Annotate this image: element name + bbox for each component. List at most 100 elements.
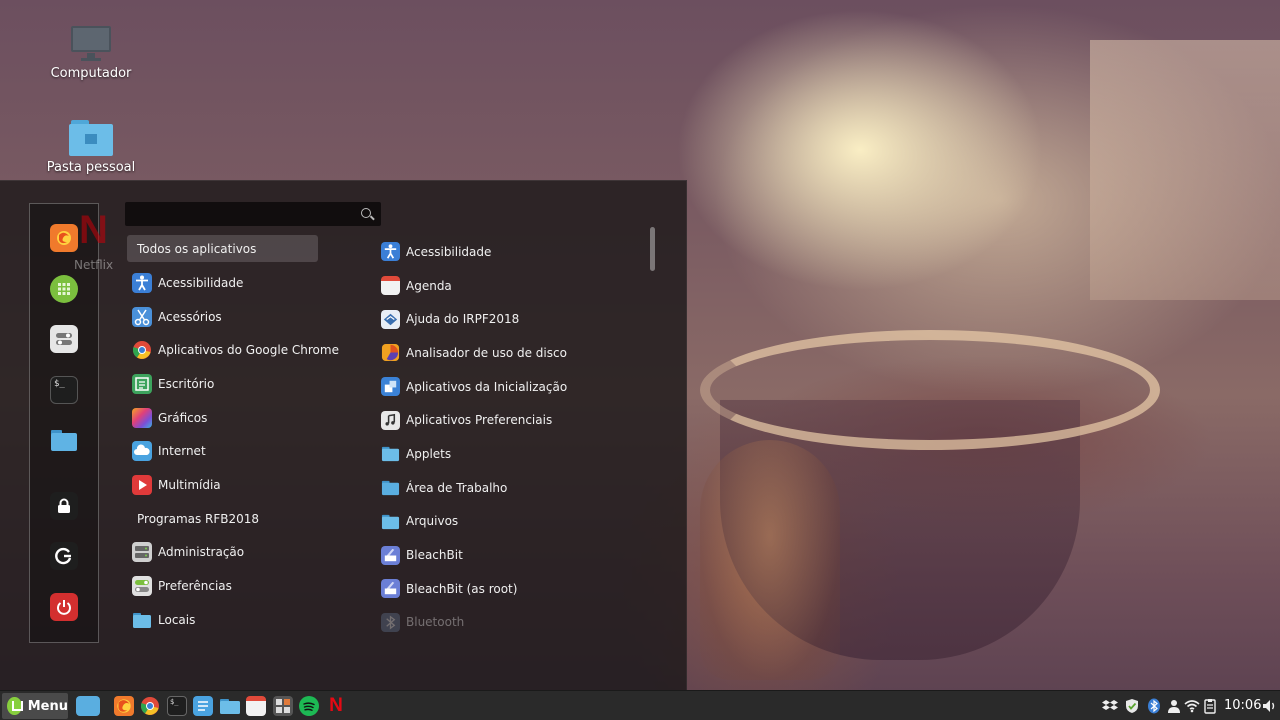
app-item-bluetooth[interactable]: Bluetooth	[381, 606, 646, 640]
folder-icon[interactable]	[219, 696, 240, 716]
chrome-icon[interactable]	[140, 696, 160, 716]
category-label: Locais	[158, 612, 196, 627]
category-item-all[interactable]: Todos os aplicativos	[127, 235, 318, 262]
app-item-irpf-help[interactable]: Ajuda do IRPF2018	[381, 302, 646, 336]
app-label: BleachBit	[406, 548, 463, 563]
desktop-icon-home[interactable]: Pasta pessoal	[36, 120, 146, 175]
app-item-bleachbit[interactable]: BleachBit	[381, 538, 646, 572]
logout-icon[interactable]	[50, 542, 78, 570]
scissors-icon	[132, 306, 152, 327]
netflix-icon[interactable]: N	[326, 696, 346, 716]
wifi-icon[interactable]	[1184, 698, 1200, 714]
category-label: Acessibilidade	[158, 275, 244, 290]
app-label: Aplicativos Preferenciais	[406, 413, 553, 428]
spotify-icon[interactable]	[299, 696, 319, 716]
cloud-icon	[132, 441, 152, 462]
app-label: Analisador de uso de disco	[406, 345, 567, 360]
app-label: Aplicativos da Inicialização	[406, 379, 568, 394]
text-editor-icon[interactable]	[193, 696, 213, 716]
user-icon[interactable]	[1166, 698, 1182, 714]
office-icon	[132, 373, 152, 394]
toggles-icon[interactable]	[50, 325, 78, 353]
admin-icon	[132, 542, 152, 563]
desktop-icon-label: Computador	[50, 66, 132, 81]
desktop-icon-netflix-label: Netflix	[74, 258, 114, 272]
app-label: Bluetooth	[406, 615, 465, 630]
app-label: Agenda	[406, 278, 452, 293]
monitor-icon	[69, 26, 113, 62]
bluetooth-icon[interactable]	[1146, 698, 1162, 714]
wallpaper-pot-rim	[700, 330, 1160, 450]
category-list: Todos os aplicativos Acessibilidade Aces…	[127, 235, 357, 637]
grid-icon[interactable]	[50, 275, 78, 303]
search-input[interactable]	[125, 202, 381, 226]
clipboard-icon[interactable]	[1202, 698, 1218, 714]
category-item-internet[interactable]: Internet	[127, 434, 357, 468]
folder-icon[interactable]	[50, 426, 78, 454]
app-item-bleachbit-root[interactable]: BleachBit (as root)	[381, 572, 646, 606]
application-menu: $_ Todos os aplicativos Acessibilidade A…	[0, 180, 687, 691]
dropbox-icon[interactable]	[1102, 698, 1118, 714]
category-label: Todos os aplicativos	[137, 241, 257, 256]
desktop-icon-label: Pasta pessoal	[46, 160, 136, 175]
category-label: Internet	[158, 444, 206, 459]
category-item-multimedia[interactable]: Multimídia	[127, 468, 357, 502]
shield-icon[interactable]	[1124, 698, 1140, 714]
category-item-office[interactable]: Escritório	[127, 367, 357, 401]
category-item-administration[interactable]: Administração	[127, 536, 357, 570]
app-item-applets[interactable]: Applets	[381, 437, 646, 471]
category-item-graphics[interactable]: Gráficos	[127, 401, 357, 435]
disk-usage-icon	[381, 343, 400, 362]
accessibility-icon	[132, 272, 152, 293]
category-label: Administração	[158, 545, 245, 560]
menu-button-label: Menu	[27, 698, 68, 714]
music-file-icon	[381, 410, 400, 430]
help-icon	[381, 309, 400, 329]
app-list-scrollbar[interactable]	[650, 227, 655, 271]
terminal-icon[interactable]: $_	[50, 376, 78, 404]
play-icon	[132, 474, 152, 495]
category-label: Programas RFB2018	[137, 511, 260, 526]
category-item-preferences[interactable]: Preferências	[127, 569, 357, 603]
folder-icon	[381, 444, 400, 463]
calendar-icon[interactable]	[246, 696, 266, 716]
category-item-accessories[interactable]: Acessórios	[127, 300, 357, 334]
desktop-icon[interactable]	[76, 696, 100, 716]
firefox-icon[interactable]	[114, 696, 134, 716]
category-label: Aplicativos do Google Chrome	[158, 343, 339, 358]
folder-icon	[132, 610, 152, 630]
category-item-places[interactable]: Locais	[127, 603, 357, 637]
application-list: Acessibilidade Agenda Ajuda do IRPF2018 …	[381, 235, 646, 639]
category-item-chrome-apps[interactable]: Aplicativos do Google Chrome	[127, 333, 357, 367]
accessibility-icon	[381, 242, 400, 262]
mint-logo-icon	[7, 697, 23, 715]
app-item-preferred-apps[interactable]: Aplicativos Preferenciais	[381, 403, 646, 437]
category-label: Escritório	[158, 376, 215, 391]
preferences-icon	[132, 576, 152, 597]
search-icon[interactable]	[361, 208, 371, 218]
app-item-agenda[interactable]: Agenda	[381, 269, 646, 303]
category-item-rfb2018[interactable]: Programas RFB2018	[127, 502, 357, 536]
calculator-icon[interactable]	[273, 696, 293, 716]
category-item-accessibility[interactable]: Acessibilidade	[127, 266, 357, 300]
taskbar: Menu $_ N 10:06	[0, 690, 1280, 720]
category-label: Acessórios	[158, 309, 222, 324]
app-item-desktop-area[interactable]: Área de Trabalho	[381, 471, 646, 505]
terminal-icon[interactable]: $_	[167, 696, 187, 716]
desktop-icon-computer[interactable]: Computador	[36, 26, 146, 81]
menu-button[interactable]: Menu	[2, 693, 68, 719]
startup-icon	[381, 377, 400, 397]
lock-icon[interactable]	[50, 492, 78, 520]
bleachbit-icon	[381, 545, 400, 565]
calendar-icon	[381, 276, 400, 296]
app-item-files[interactable]: Arquivos	[381, 505, 646, 539]
graphics-icon	[132, 407, 152, 428]
volume-icon[interactable]	[1262, 698, 1278, 714]
app-label: Arquivos	[406, 514, 459, 529]
clock[interactable]: 10:06	[1224, 698, 1261, 713]
app-item-disk-usage[interactable]: Analisador de uso de disco	[381, 336, 646, 370]
power-icon[interactable]	[50, 593, 78, 621]
firefox-icon[interactable]	[50, 224, 78, 252]
app-item-startup-apps[interactable]: Aplicativos da Inicialização	[381, 370, 646, 404]
app-item-acessibilidade[interactable]: Acessibilidade	[381, 235, 646, 269]
